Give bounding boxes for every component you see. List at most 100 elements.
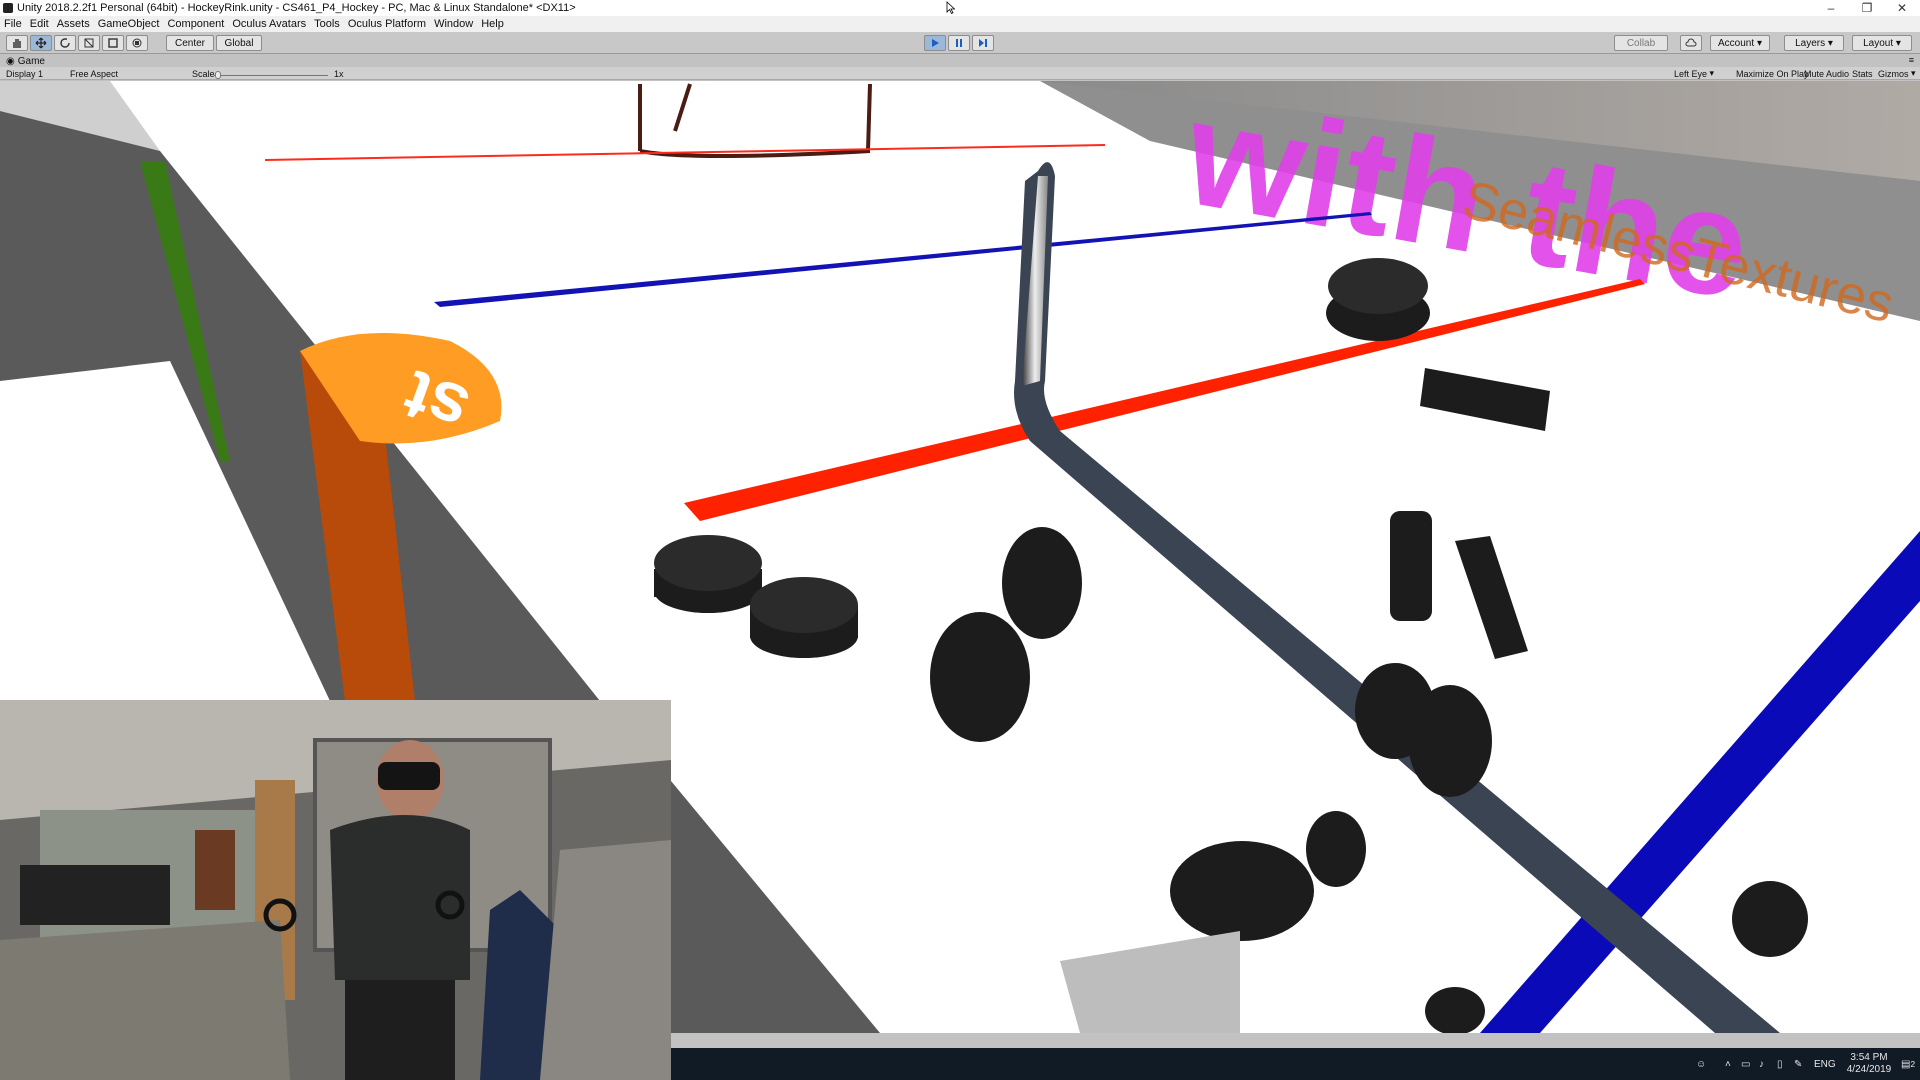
pause-button[interactable] (948, 35, 970, 51)
clock-date: 4/24/2019 (1846, 1064, 1892, 1075)
scale-tool-button[interactable] (78, 35, 100, 51)
layers-dropdown[interactable]: Layers ▾ (1784, 35, 1844, 51)
menu-help[interactable]: Help (481, 18, 504, 30)
display-label: Display 1 (6, 68, 44, 79)
menu-gameobject[interactable]: GameObject (98, 18, 160, 30)
rect-tool-button[interactable] (102, 35, 124, 51)
window-title: Unity 2018.2.2f1 Personal (64bit) - Hock… (17, 2, 576, 14)
side-desk (540, 840, 671, 1080)
pause-icon (956, 39, 962, 47)
show-hidden-icons[interactable]: ˄ (1725, 1048, 1731, 1080)
close-button[interactable]: ✕ (1885, 0, 1919, 16)
step-button[interactable] (972, 35, 994, 51)
cloud-icon (1685, 38, 1697, 47)
unity-logo-icon (3, 3, 13, 13)
people-icon[interactable]: ☺ (1696, 1048, 1706, 1080)
chevron-down-icon: ▾ (1756, 37, 1762, 49)
hand-tool-button[interactable] (6, 35, 28, 51)
aspect-label: Free Aspect (70, 68, 119, 79)
game-tab-icon: ◉ (6, 55, 15, 67)
step-icon (979, 39, 987, 47)
play-icon (932, 39, 939, 47)
eye-dropdown[interactable]: Left Eye ▾ (1674, 68, 1714, 79)
rotate-tool-button[interactable] (54, 35, 76, 51)
mute-audio-toggle[interactable]: Mute Audio (1804, 68, 1849, 79)
space-toggle[interactable]: Global (216, 35, 262, 51)
tab-game[interactable]: ◉ Game (6, 55, 45, 67)
menu-oculus-avatars[interactable]: Oculus Avatars (232, 18, 306, 30)
restore-button[interactable]: ❐ (1850, 0, 1884, 16)
account-dropdown[interactable]: Account ▾ (1710, 35, 1770, 51)
hand-icon (13, 39, 21, 48)
menu-component[interactable]: Component (167, 18, 224, 30)
menu-file[interactable]: File (4, 18, 22, 30)
webcam-overlay (0, 700, 671, 1080)
pen-icon[interactable]: ✎ (1794, 1048, 1802, 1080)
monitors (20, 865, 170, 925)
person-body (330, 815, 470, 980)
game-tab-strip: ◉ Game ≡ (0, 55, 1920, 67)
pivot-label: Center (174, 37, 205, 49)
minimize-button[interactable]: – (1814, 0, 1848, 16)
collab-button[interactable]: Collab (1614, 35, 1668, 51)
webcam-photo (0, 700, 671, 1080)
menu-window[interactable]: Window (434, 18, 473, 30)
stats-label: Stats (1852, 68, 1873, 79)
gizmos-dropdown[interactable]: Gizmos ▾ (1878, 68, 1916, 79)
bookshelf (195, 830, 235, 910)
pivot-toggle[interactable]: Center (166, 35, 214, 51)
space-label: Global (224, 37, 254, 49)
battery-icon[interactable]: ▯ (1777, 1048, 1783, 1080)
move-tool-button[interactable] (30, 35, 52, 51)
volume-icon[interactable]: ♪ (1759, 1048, 1764, 1080)
cloud-button[interactable] (1680, 35, 1702, 51)
move-icon (35, 37, 47, 49)
play-button[interactable] (924, 35, 946, 51)
rotate-icon (60, 38, 70, 48)
notification-count: 2 (1910, 1059, 1916, 1069)
game-view-controls: Display 1 Free Aspect Scale 1x Left Eye … (0, 67, 1920, 80)
menu-oculus-platform[interactable]: Oculus Platform (348, 18, 426, 30)
rect-icon (108, 38, 118, 48)
display-dropdown[interactable]: Display 1 (6, 68, 62, 79)
clock-time: 3:54 PM (1850, 1052, 1888, 1063)
stats-toggle[interactable]: Stats (1852, 68, 1873, 79)
eye-label: Left Eye (1674, 68, 1708, 79)
network-icon[interactable]: ▭ (1741, 1048, 1750, 1080)
layout-dropdown[interactable]: Layout ▾ (1852, 35, 1912, 51)
clock[interactable]: 3:54 PM 4/24/2019 (1841, 1048, 1897, 1080)
language-indicator[interactable]: ENG (1814, 1048, 1836, 1080)
maximize-on-play-toggle[interactable]: Maximize On Play (1736, 68, 1809, 79)
transform-icon (132, 38, 142, 48)
windows-taskbar: ☺ ˄ ▭ ♪ ▯ ✎ ENG 3:54 PM 4/24/2019 ▤ 2 (671, 1048, 1920, 1080)
chevron-down-icon: ▾ (1895, 37, 1901, 49)
scale-value: 1x (334, 68, 344, 79)
layout-label: Layout (1863, 37, 1894, 49)
menu-edit[interactable]: Edit (30, 18, 49, 30)
gizmos-label: Gizmos (1878, 68, 1909, 79)
scale-slider-thumb[interactable] (215, 71, 221, 79)
layers-label: Layers (1795, 37, 1826, 49)
panel-menu-icon[interactable]: ≡ (1909, 55, 1914, 65)
menu-assets[interactable]: Assets (57, 18, 90, 30)
mute-label: Mute Audio (1804, 68, 1850, 79)
tab-game-label: Game (17, 55, 45, 67)
menu-bar: File Edit Assets GameObject Component Oc… (0, 16, 1920, 32)
chevron-down-icon: ▾ (1827, 37, 1833, 49)
person-legs (345, 980, 455, 1080)
mouse-cursor-icon (946, 1, 955, 14)
menu-tools[interactable]: Tools (314, 18, 340, 30)
aspect-dropdown[interactable]: Free Aspect (70, 68, 188, 79)
main-toolbar: Center Global Collab Account ▾ Layers ▾ … (0, 32, 1920, 54)
desk (0, 920, 290, 1080)
notification-center-icon[interactable]: ▤ 2 (1901, 1048, 1915, 1080)
scale-label: Scale (192, 68, 215, 79)
transform-tool-button[interactable] (126, 35, 148, 51)
window-titlebar: Unity 2018.2.2f1 Personal (64bit) - Hock… (0, 0, 1920, 16)
maximize-label: Maximize On Play (1736, 68, 1809, 79)
collab-label: Collab (1626, 37, 1656, 49)
scale-icon (84, 38, 94, 48)
vr-headset (378, 762, 440, 790)
account-label: Account (1718, 37, 1755, 49)
scale-slider-track[interactable] (214, 75, 328, 76)
